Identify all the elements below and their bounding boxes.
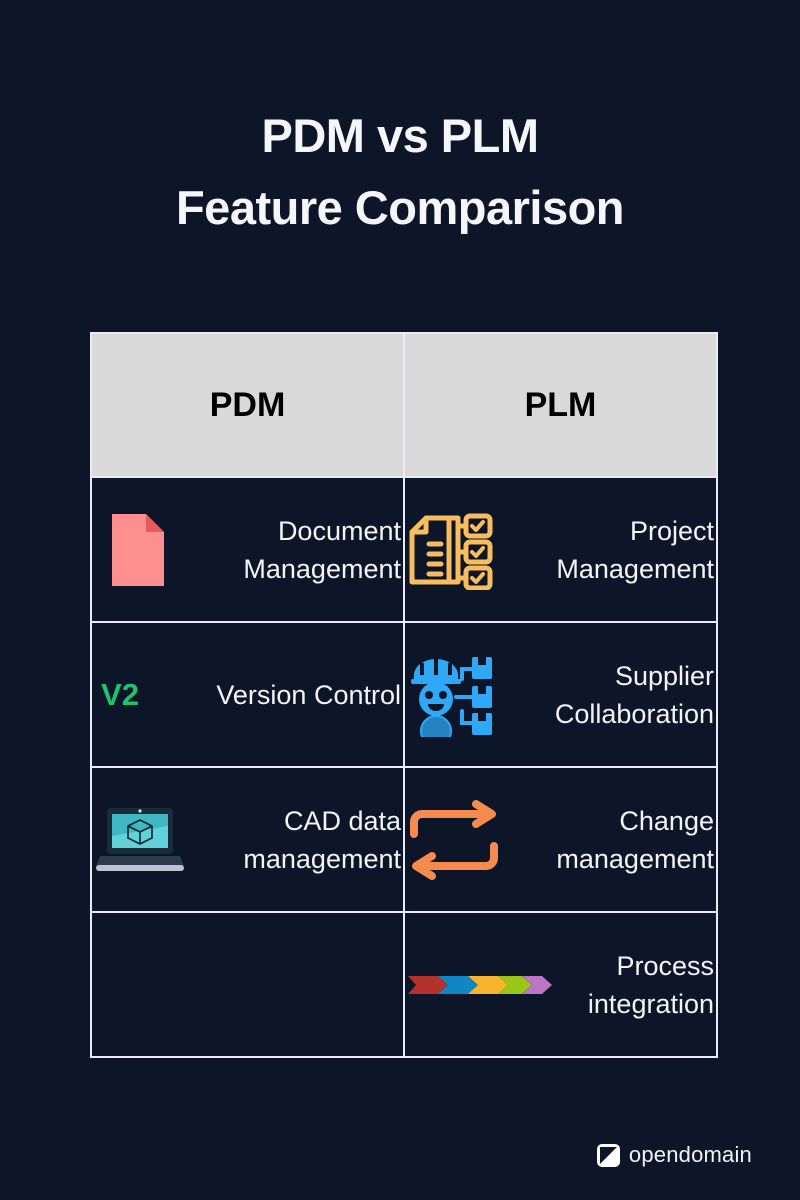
table-row: V2 Version Control Supplier Collaboratio… [92,621,716,768]
cell-label: Process integration [587,950,714,1019]
cell-label: Project Management [556,515,714,584]
cell-pdm-empty [92,911,405,1056]
v2-badge-label: V2 [101,676,139,712]
comparison-table: PDM PLM Document Management Project Mana… [90,332,718,1058]
opendomain-logo-icon [596,1143,620,1167]
table-header-row: PDM PLM [92,334,716,478]
cell-label: Document Management [243,515,401,584]
page-title: PDM vs PLM Feature Comparison [0,100,800,244]
exchange-arrows-icon [405,794,503,886]
table-row: Document Management Project Management [92,476,716,623]
cell-pdm-document-management: Document Management [92,476,405,623]
footer-brand-label: opendomain [628,1142,752,1167]
column-header-pdm: PDM [92,334,405,478]
project-checklist-icon [405,504,497,596]
cell-label: Change management [556,805,714,874]
cell-label: CAD data management [243,805,401,874]
document-page-icon [92,504,184,596]
page-title-line-1: PDM vs PLM [261,109,539,162]
cell-pdm-version-control: V2 Version Control [92,621,405,768]
table-row: CAD data management Change management [92,766,716,913]
laptop-cad-cube-icon [92,794,188,886]
table-row: Process integration [92,911,716,1056]
cell-pdm-cad-data-management: CAD data management [92,766,405,913]
footer-brand: opendomain [596,1142,752,1168]
process-chevrons-icon [405,939,555,1031]
page-title-line-2: Feature Comparison [175,181,625,234]
cell-plm-supplier-collaboration: Supplier Collaboration [403,621,716,768]
cell-plm-process-integration: Process integration [403,911,716,1056]
version-v2-badge-icon: V2 [92,649,148,741]
cell-label: Version Control [216,679,401,710]
column-header-plm: PLM [403,334,716,478]
cell-label: Supplier Collaboration [554,660,714,729]
cell-plm-change-management: Change management [403,766,716,913]
cell-plm-project-management: Project Management [403,476,716,623]
supplier-worker-network-icon [405,649,497,741]
